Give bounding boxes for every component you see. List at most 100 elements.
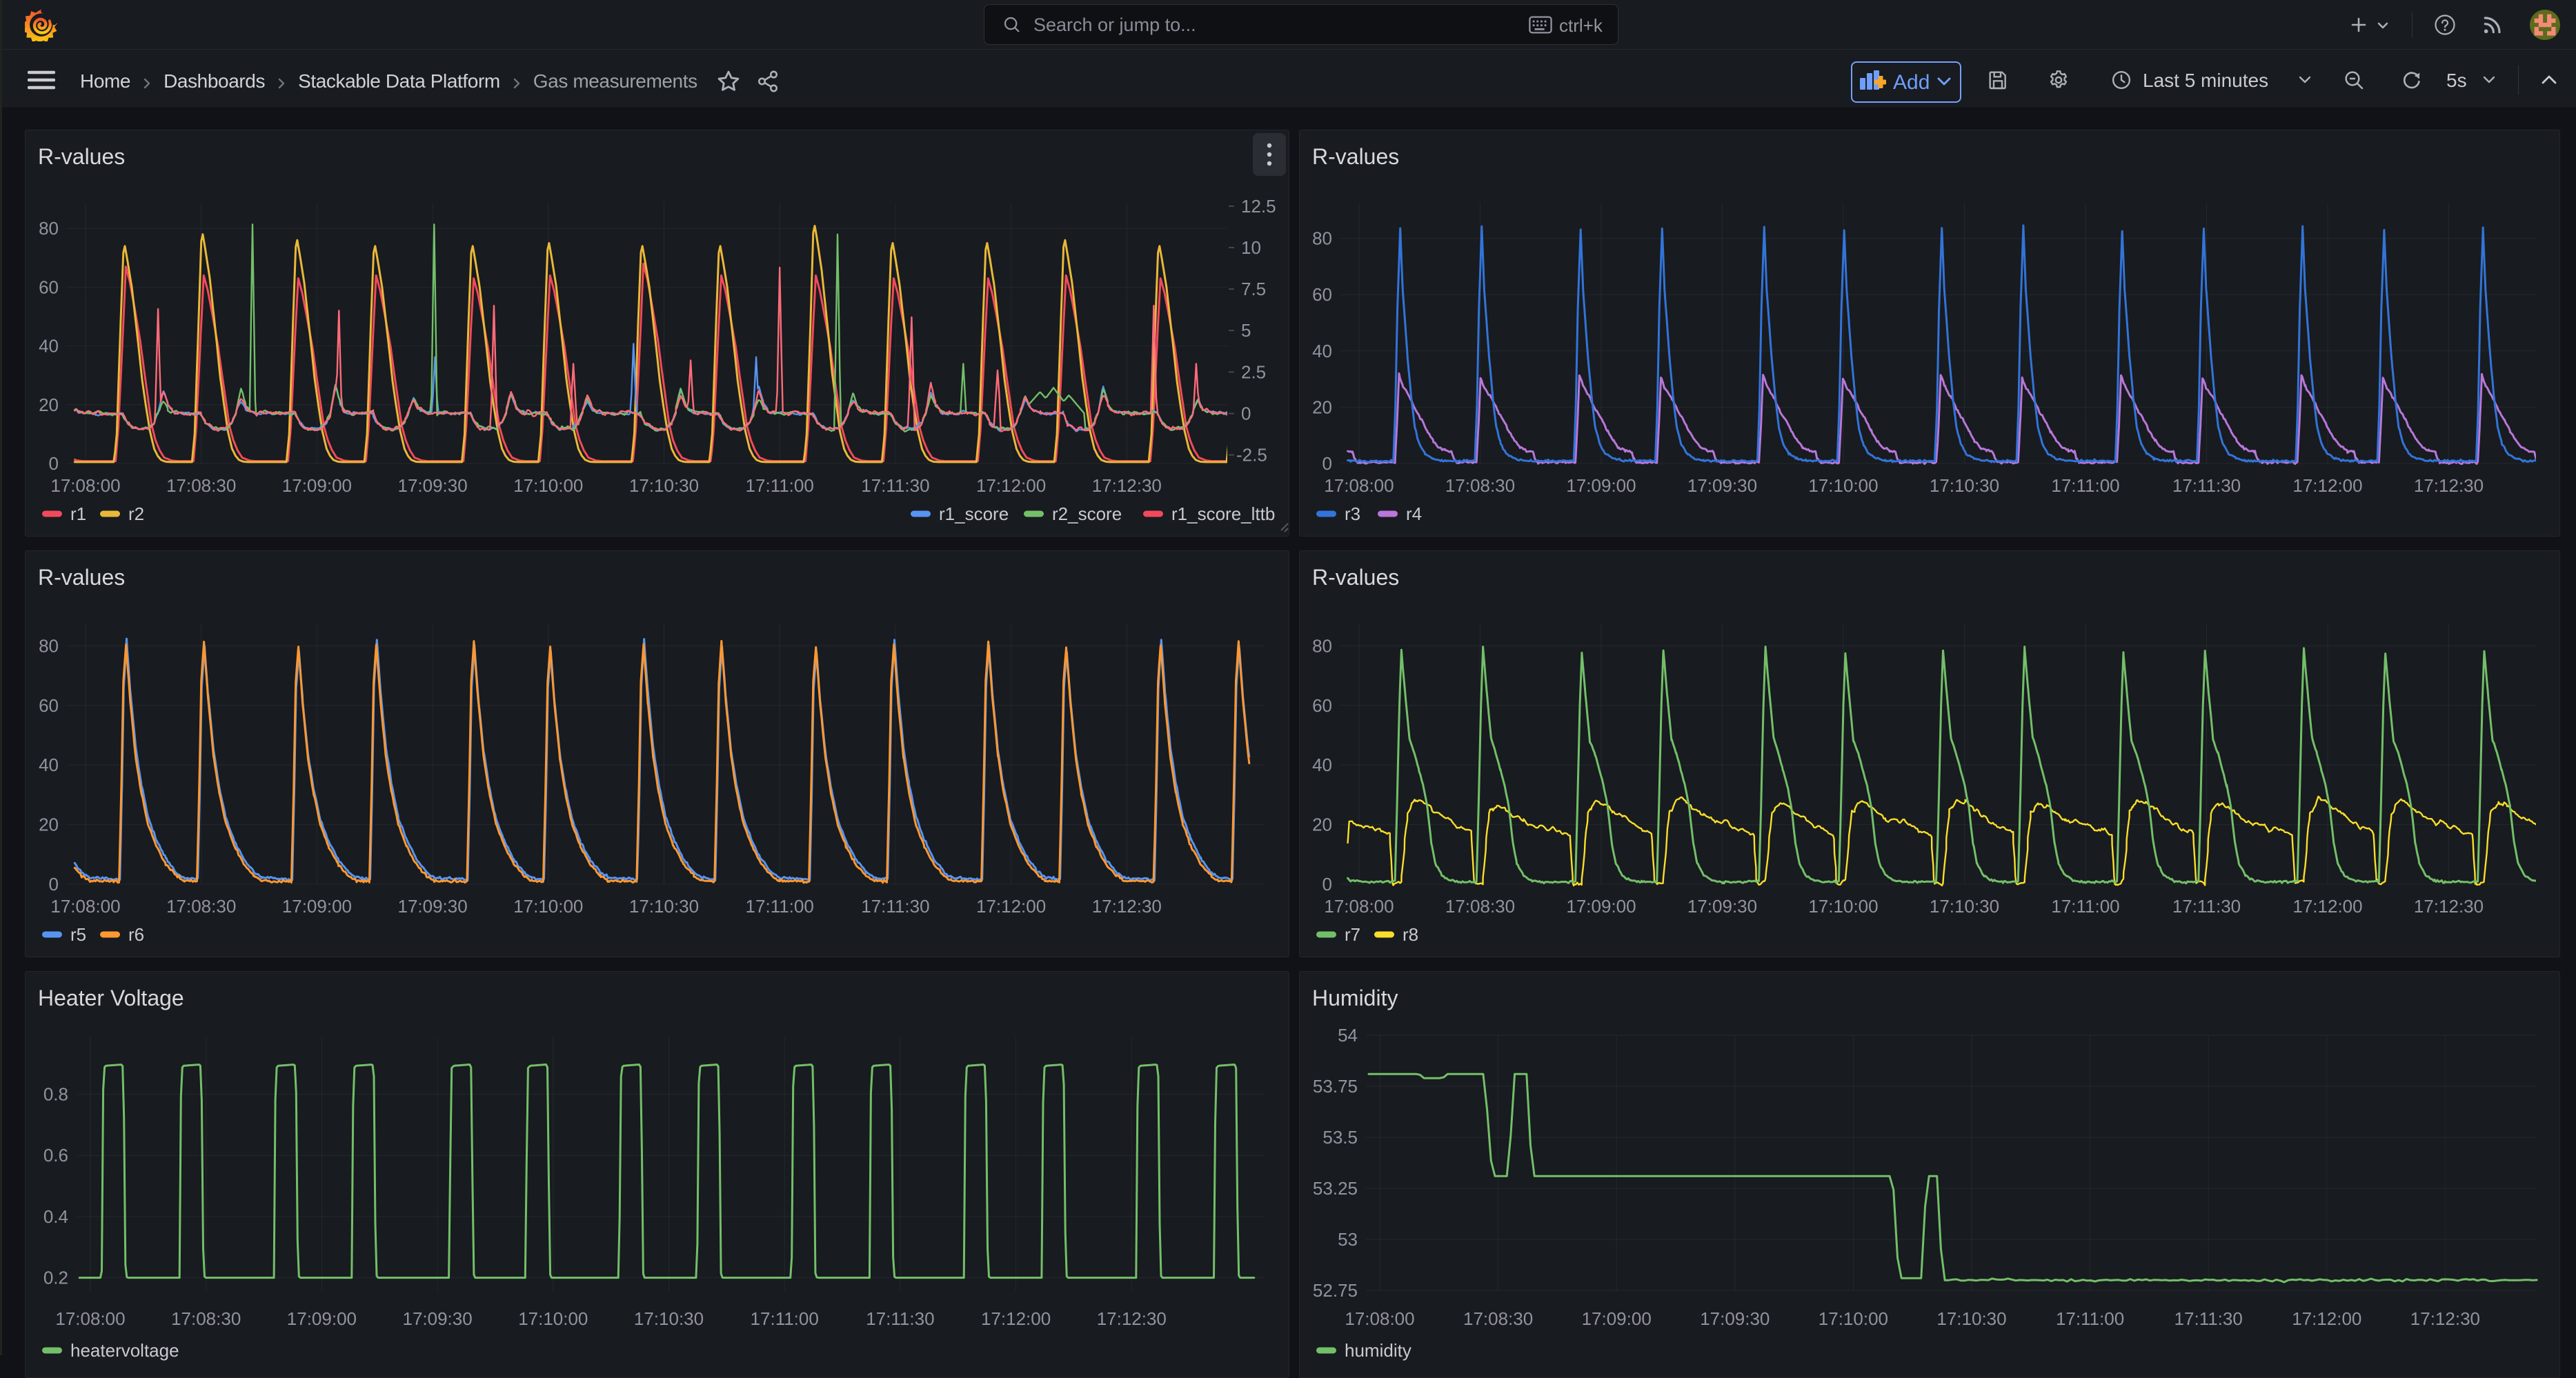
svg-text:17:11:00: 17:11:00 (746, 896, 814, 917)
svg-text:17:09:00: 17:09:00 (282, 896, 352, 917)
svg-text:17:10:00: 17:10:00 (513, 896, 583, 917)
svg-text:17:08:00: 17:08:00 (50, 475, 120, 496)
svg-text:0.2: 0.2 (43, 1268, 68, 1288)
svg-text:17:12:30: 17:12:30 (1092, 896, 1162, 917)
svg-text:20: 20 (39, 395, 59, 415)
svg-text:17:09:00: 17:09:00 (1582, 1308, 1652, 1329)
svg-text:17:08:30: 17:08:30 (171, 1308, 241, 1329)
svg-text:17:08:30: 17:08:30 (166, 896, 236, 917)
svg-text:17:10:00: 17:10:00 (513, 475, 583, 496)
svg-text:53.5: 53.5 (1322, 1127, 1358, 1148)
svg-text:0: 0 (1322, 453, 1332, 474)
svg-text:0.4: 0.4 (43, 1206, 68, 1227)
svg-text:80: 80 (39, 635, 59, 656)
svg-text:r7: r7 (1345, 924, 1360, 945)
svg-text:54: 54 (1338, 1025, 1358, 1046)
svg-text:17:09:00: 17:09:00 (282, 475, 352, 496)
svg-text:17:12:30: 17:12:30 (2414, 896, 2484, 917)
svg-text:60: 60 (1312, 695, 1332, 716)
svg-text:17:09:30: 17:09:30 (1687, 896, 1757, 917)
svg-text:0: 0 (1322, 874, 1332, 895)
svg-text:17:09:30: 17:09:30 (402, 1308, 472, 1329)
svg-text:17:12:00: 17:12:00 (2292, 896, 2362, 917)
svg-text:17:12:30: 17:12:30 (1097, 1308, 1167, 1329)
svg-text:17:11:00: 17:11:00 (2051, 475, 2119, 496)
svg-text:17:11:00: 17:11:00 (751, 1308, 819, 1329)
svg-text:17:10:00: 17:10:00 (1808, 896, 1878, 917)
svg-text:17:10:00: 17:10:00 (1819, 1308, 1888, 1329)
svg-text:r4: r4 (1406, 503, 1422, 524)
svg-text:17:11:30: 17:11:30 (866, 1308, 934, 1329)
svg-text:17:10:00: 17:10:00 (518, 1308, 588, 1329)
svg-text:17:12:30: 17:12:30 (2410, 1308, 2480, 1329)
svg-text:r6: r6 (128, 924, 144, 945)
svg-text:7.5: 7.5 (1241, 279, 1266, 299)
svg-text:53.25: 53.25 (1313, 1178, 1358, 1199)
svg-text:17:11:00: 17:11:00 (2051, 896, 2119, 917)
svg-text:17:08:00: 17:08:00 (1324, 896, 1394, 917)
svg-text:17:08:30: 17:08:30 (1463, 1308, 1533, 1329)
svg-text:R-values: R-values (1312, 144, 1399, 169)
svg-text:r1_score: r1_score (939, 503, 1009, 524)
svg-text:12.5: 12.5 (1241, 196, 1276, 217)
svg-text:17:08:00: 17:08:00 (50, 896, 120, 917)
svg-text:17:11:00: 17:11:00 (2056, 1308, 2124, 1329)
svg-text:60: 60 (1312, 284, 1332, 305)
svg-text:10: 10 (1241, 237, 1261, 258)
svg-text:r2: r2 (128, 503, 144, 524)
svg-text:17:12:00: 17:12:00 (981, 1308, 1051, 1329)
svg-text:17:10:30: 17:10:30 (629, 475, 699, 496)
svg-text:17:08:00: 17:08:00 (1345, 1308, 1414, 1329)
svg-text:17:11:30: 17:11:30 (861, 896, 929, 917)
svg-text:40: 40 (1312, 341, 1332, 361)
svg-text:0.8: 0.8 (43, 1084, 68, 1105)
svg-text:-2.5: -2.5 (1236, 445, 1267, 466)
svg-text:17:09:00: 17:09:00 (287, 1308, 357, 1329)
svg-text:80: 80 (1312, 228, 1332, 249)
svg-text:17:09:30: 17:09:30 (397, 896, 467, 917)
svg-text:17:11:30: 17:11:30 (2172, 475, 2241, 496)
svg-text:40: 40 (1312, 755, 1332, 775)
svg-text:40: 40 (39, 755, 59, 775)
svg-text:80: 80 (1312, 635, 1332, 656)
svg-text:17:11:00: 17:11:00 (746, 475, 814, 496)
svg-text:0: 0 (49, 453, 59, 474)
svg-text:20: 20 (1312, 815, 1332, 835)
svg-text:r5: r5 (70, 924, 86, 945)
svg-text:humidity: humidity (1345, 1340, 1411, 1361)
svg-text:53: 53 (1338, 1229, 1358, 1250)
svg-text:r3: r3 (1345, 503, 1360, 524)
svg-text:17:11:30: 17:11:30 (861, 475, 929, 496)
svg-text:17:10:30: 17:10:30 (1936, 1308, 2006, 1329)
svg-text:17:10:30: 17:10:30 (629, 896, 699, 917)
svg-text:60: 60 (39, 277, 59, 297)
svg-text:17:09:30: 17:09:30 (397, 475, 467, 496)
svg-text:r1: r1 (70, 503, 86, 524)
svg-text:17:12:00: 17:12:00 (2292, 475, 2362, 496)
svg-text:r8: r8 (1403, 924, 1418, 945)
svg-text:17:12:00: 17:12:00 (976, 475, 1046, 496)
svg-text:R-values: R-values (38, 144, 125, 169)
svg-text:60: 60 (39, 695, 59, 716)
svg-text:5: 5 (1241, 320, 1251, 341)
svg-text:17:10:00: 17:10:00 (1808, 475, 1878, 496)
svg-text:heatervoltage: heatervoltage (70, 1340, 179, 1361)
svg-text:17:10:30: 17:10:30 (634, 1308, 704, 1329)
svg-text:17:09:30: 17:09:30 (1700, 1308, 1770, 1329)
svg-text:R-values: R-values (1312, 565, 1399, 590)
svg-text:0.6: 0.6 (43, 1145, 68, 1166)
svg-text:17:08:30: 17:08:30 (1445, 475, 1515, 496)
svg-text:20: 20 (1312, 397, 1332, 417)
svg-text:Heater Voltage: Heater Voltage (38, 986, 184, 1010)
svg-text:17:10:30: 17:10:30 (1930, 896, 1999, 917)
svg-text:R-values: R-values (38, 565, 125, 590)
svg-text:17:09:00: 17:09:00 (1566, 896, 1636, 917)
svg-text:17:12:00: 17:12:00 (2292, 1308, 2361, 1329)
svg-text:20: 20 (39, 815, 59, 835)
svg-text:Humidity: Humidity (1312, 986, 1398, 1010)
svg-text:17:10:30: 17:10:30 (1930, 475, 1999, 496)
svg-text:17:09:00: 17:09:00 (1566, 475, 1636, 496)
svg-text:17:08:30: 17:08:30 (166, 475, 236, 496)
svg-text:40: 40 (39, 336, 59, 357)
svg-text:53.75: 53.75 (1313, 1076, 1358, 1097)
